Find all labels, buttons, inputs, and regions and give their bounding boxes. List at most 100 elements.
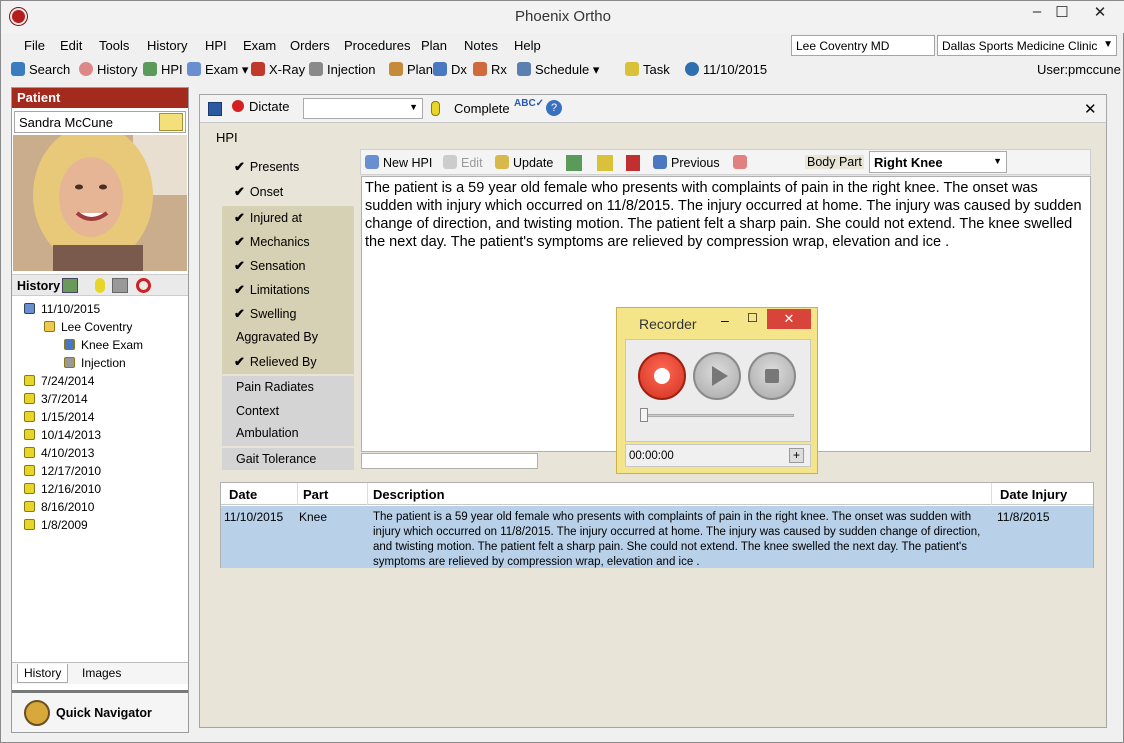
toolbar-plan[interactable]: Plan [389, 62, 433, 77]
tree-item[interactable]: 12/16/2010 [24, 482, 101, 496]
complete-button[interactable]: Complete [454, 101, 510, 116]
dx-icon [433, 62, 447, 76]
tree-item[interactable]: 12/17/2010 [24, 464, 101, 478]
hpi-section-swelling[interactable]: ✔ Swelling [222, 302, 354, 326]
toolbar-task[interactable]: Task [625, 62, 670, 77]
key-icon[interactable] [597, 155, 613, 171]
toolbar-xray[interactable]: X-Ray [251, 62, 305, 77]
tree-item[interactable]: 1/8/2009 [24, 518, 88, 532]
column-date[interactable]: Date [229, 487, 257, 502]
hpi-section-injured-at[interactable]: ✔ Injured at [222, 206, 354, 230]
tree-item[interactable]: 10/14/2013 [24, 428, 101, 442]
cell-date: 11/10/2015 [224, 510, 284, 524]
dictate-button[interactable]: Dictate [232, 99, 289, 114]
toolbar-search-label: Search [29, 62, 71, 77]
menu-hpi[interactable]: HPI [205, 38, 227, 53]
recorder-close-button[interactable]: ✕ [767, 309, 811, 329]
hpi-section-onset[interactable]: ✔ Onset [222, 180, 354, 203]
tree-item[interactable]: Knee Exam [64, 338, 143, 352]
menu-help[interactable]: Help [514, 38, 541, 53]
table-row[interactable]: 11/10/2015 Knee The patient is a 59 year… [221, 506, 1093, 568]
patient-name-field[interactable]: Sandra McCune [14, 111, 186, 133]
menu-edit[interactable]: Edit [60, 38, 82, 53]
hpi-section-presents[interactable]: ✔ Presents [222, 155, 354, 178]
tree-item[interactable]: 11/10/2015 [24, 302, 100, 316]
tree-item[interactable]: 7/24/2014 [24, 374, 94, 388]
tab-history[interactable]: History [17, 664, 69, 683]
tree-item[interactable]: 3/7/2014 [24, 392, 88, 406]
hpi-section-sensation[interactable]: ✔ Sensation [222, 254, 354, 278]
print-icon[interactable] [112, 278, 128, 293]
help-icon[interactable]: ? [546, 100, 562, 116]
menu-notes[interactable]: Notes [464, 38, 498, 53]
record-button[interactable] [638, 352, 686, 400]
menu-orders[interactable]: Orders [290, 38, 330, 53]
hpi-section-label: Sensation [249, 259, 306, 273]
menu-procedures[interactable]: Procedures [344, 38, 410, 53]
toolbar-search[interactable]: Search [11, 62, 70, 77]
toolbar-hpi[interactable]: HPI [143, 62, 183, 77]
patient-list-icon[interactable] [159, 113, 183, 131]
quick-navigator[interactable]: Quick Navigator [12, 690, 188, 732]
toolbar-history[interactable]: History [79, 62, 137, 77]
close-window-button[interactable]: ✕ [1085, 3, 1115, 25]
menu-plan[interactable]: Plan [421, 38, 447, 53]
save-icon[interactable] [208, 102, 222, 116]
tree-item[interactable]: 1/15/2014 [24, 410, 94, 424]
body-part-select[interactable]: Right Knee ▼ [869, 151, 1007, 173]
hpi-section-ambulation[interactable]: Ambulation [222, 422, 354, 446]
hpi-section-gait-tolerance[interactable]: Gait Tolerance [222, 448, 354, 470]
hpi-section-limitations[interactable]: ✔ Limitations [222, 278, 354, 302]
hpi-section-mechanics[interactable]: ✔ Mechanics [222, 230, 354, 254]
stamp-icon[interactable] [626, 155, 640, 171]
recorder-progress-thumb[interactable] [640, 408, 648, 422]
recorder-minimize-button[interactable]: – [721, 312, 729, 328]
provider-field[interactable]: Lee Coventry MD [791, 35, 935, 56]
toolbar-dx[interactable]: Dx [433, 62, 467, 77]
tree-item[interactable]: Injection [64, 356, 126, 370]
edit-button[interactable]: Edit [443, 155, 483, 170]
hpi-extra-input[interactable] [361, 453, 538, 469]
help-icon[interactable] [685, 62, 699, 76]
recorder-maximize-button[interactable]: ☐ [747, 311, 758, 325]
menu-file[interactable]: File [24, 38, 45, 53]
close-document-button[interactable]: ✕ [1084, 100, 1097, 118]
hpi-section-relieved-by[interactable]: ✔ Relieved By [222, 350, 354, 374]
maximize-button[interactable]: ☐ [1047, 3, 1077, 25]
menu-exam[interactable]: Exam [243, 38, 276, 53]
tree-item[interactable]: 4/10/2013 [24, 446, 94, 460]
person-icon[interactable] [95, 278, 105, 293]
column-description[interactable]: Description [373, 487, 445, 502]
clinic-select[interactable]: Dallas Sports Medicine Clinic ▼ [937, 35, 1117, 56]
recorder-progress-track[interactable] [640, 414, 794, 417]
toolbar-exam[interactable]: Exam ▾ [187, 62, 248, 78]
play-button[interactable] [693, 352, 741, 400]
import-icon[interactable] [566, 155, 582, 171]
hpi-section-context[interactable]: Context [222, 400, 354, 424]
spellcheck-icon[interactable]: ABC✓ [514, 98, 544, 118]
history-filter-icon[interactable] [62, 278, 78, 293]
dictation-select[interactable]: ▼ [303, 98, 423, 119]
stop-button[interactable] [748, 352, 796, 400]
update-button[interactable]: Update [495, 155, 553, 170]
target-icon[interactable] [136, 278, 151, 293]
menu-history[interactable]: History [147, 38, 187, 53]
new-hpi-button[interactable]: New HPI [365, 155, 432, 170]
lock-icon [24, 519, 35, 530]
toolbar-schedule[interactable]: Schedule ▾ [517, 62, 599, 78]
menu-tools[interactable]: Tools [99, 38, 129, 53]
toolbar-injection[interactable]: Injection [309, 62, 375, 77]
hpi-section-aggravated-by[interactable]: Aggravated By [222, 326, 354, 350]
compass-icon [24, 700, 50, 726]
expand-icon[interactable]: + [789, 448, 804, 463]
previous-button[interactable]: Previous [653, 155, 720, 170]
clinic-value: Dallas Sports Medicine Clinic [942, 39, 1098, 53]
tree-item[interactable]: Lee Coventry [44, 320, 132, 334]
toolbar-rx[interactable]: Rx [473, 62, 507, 77]
column-part[interactable]: Part [303, 487, 328, 502]
tab-images[interactable]: Images [82, 666, 121, 680]
eraser-icon[interactable] [733, 155, 747, 169]
tree-item[interactable]: 8/16/2010 [24, 500, 94, 514]
column-date-injury[interactable]: Date Injury [1000, 487, 1067, 502]
hpi-section-pain-radiates[interactable]: Pain Radiates [222, 376, 354, 400]
